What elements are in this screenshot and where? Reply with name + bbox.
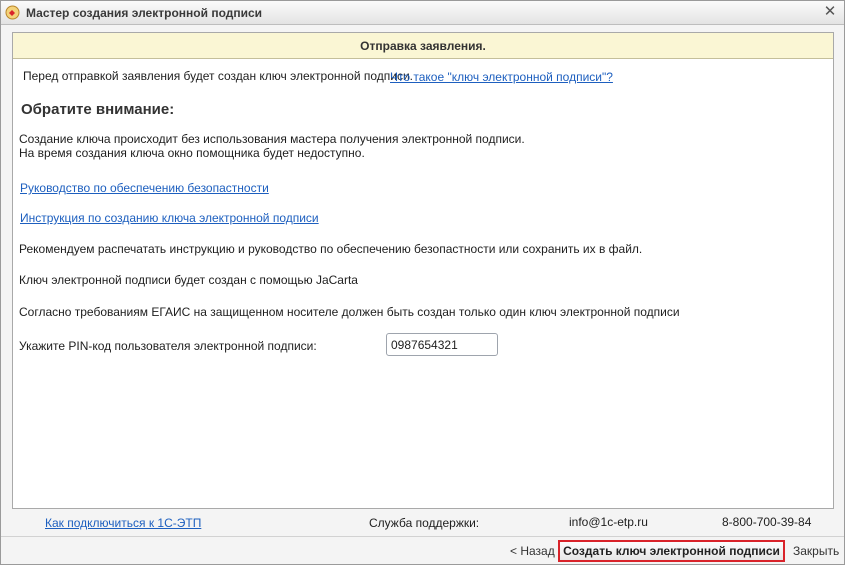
close-button[interactable]: Закрыть — [793, 544, 839, 558]
window-title: Мастер создания электронной подписи — [26, 6, 263, 20]
support-phone: 8-800-700-39-84 — [722, 515, 812, 529]
title-bar: Мастер создания электронной подписи ✕ — [1, 1, 844, 25]
note-line-1: Создание ключа происходит без использова… — [19, 132, 525, 146]
app-icon — [5, 5, 20, 20]
create-key-button[interactable]: Создать ключ электронной подписи — [558, 540, 785, 562]
recommend-text: Рекомендуем распечатать инструкцию и рук… — [19, 242, 643, 256]
intro-text: Перед отправкой заявления будет создан к… — [23, 69, 414, 83]
close-icon[interactable]: ✕ — [822, 4, 838, 20]
attention-heading: Обратите внимание: — [21, 101, 175, 118]
egais-text: Согласно требованиям ЕГАИС на защищенном… — [19, 305, 680, 319]
support-label: Служба поддержки: — [369, 516, 480, 530]
content-panel: Отправка заявления. Перед отправкой заяв… — [12, 32, 834, 509]
what-is-key-link[interactable]: Что такое "ключ электронной подписи"? — [390, 70, 613, 84]
wizard-window: Мастер создания электронной подписи ✕ От… — [0, 0, 845, 565]
support-email: info@1c-etp.ru — [569, 515, 648, 529]
pin-label: Укажите PIN-код пользователя электронной… — [19, 339, 317, 353]
step-header: Отправка заявления. — [13, 33, 833, 59]
security-guide-link[interactable]: Руководство по обеспечению безопастности — [20, 181, 269, 195]
instruction-link[interactable]: Инструкция по созданию ключа электронной… — [20, 211, 319, 225]
jacarta-text: Ключ электронной подписи будет создан с … — [19, 273, 358, 287]
bottom-divider — [1, 536, 844, 537]
pin-input[interactable] — [386, 333, 498, 356]
note-line-2: На время создания ключа окно помощника б… — [19, 146, 365, 160]
back-button[interactable]: < Назад — [510, 544, 555, 558]
connect-etp-link[interactable]: Как подключиться к 1С-ЭТП — [45, 516, 201, 530]
step-title: Отправка заявления. — [360, 39, 486, 53]
